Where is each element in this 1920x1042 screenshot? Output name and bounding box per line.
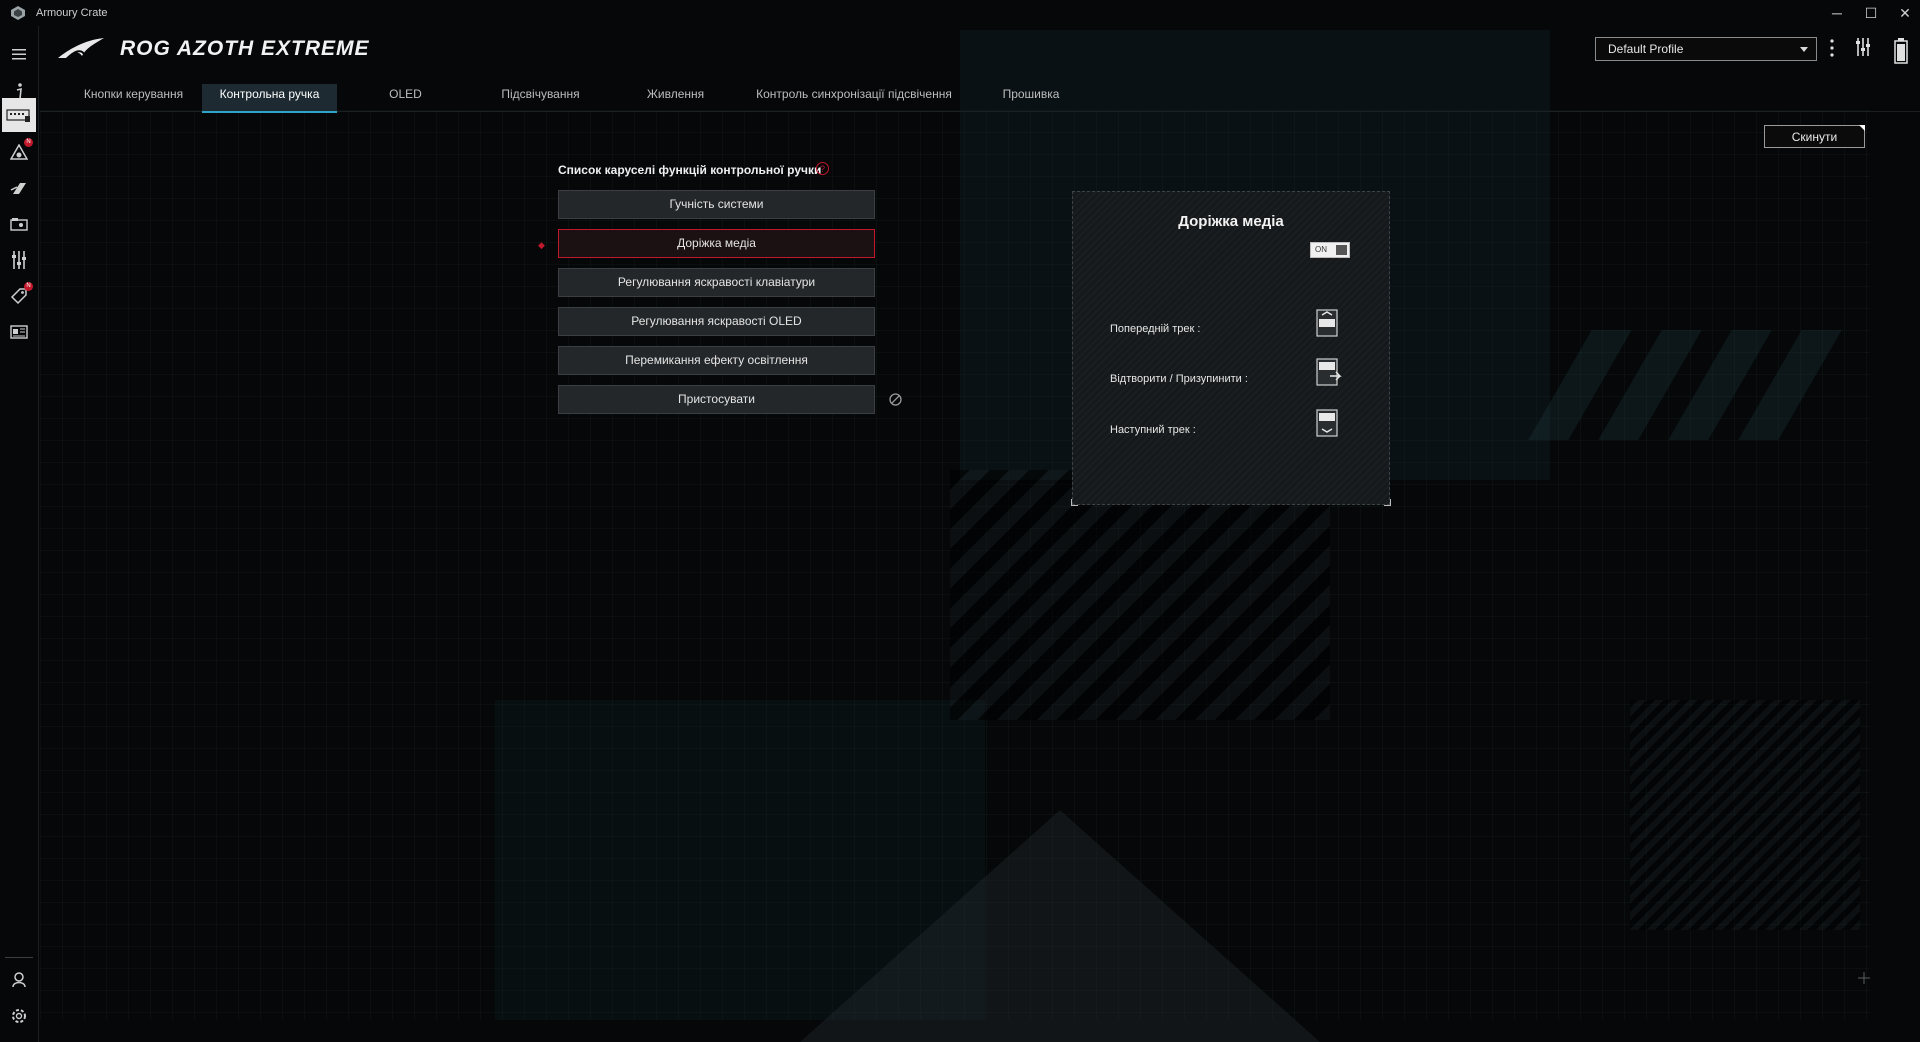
deals-badge: N (24, 282, 33, 291)
knob-press-icon[interactable] (1316, 358, 1342, 386)
disable-icon[interactable] (889, 393, 902, 406)
resize-grip-icon (1858, 972, 1870, 984)
previous-track-label: Попередній трек : (1110, 323, 1201, 335)
carousel-item-media-track[interactable]: Доріжка медіа (558, 229, 875, 258)
tab-lighting-sync[interactable]: Контроль синхронізації підсвічення (749, 84, 959, 111)
tab-power[interactable]: Живлення (608, 84, 743, 111)
aura-sync-icon[interactable]: N (5, 138, 33, 166)
sliders-icon[interactable] (5, 246, 33, 274)
gear-icon[interactable] (5, 1002, 33, 1030)
device-settings-sliders-icon[interactable] (1854, 36, 1872, 58)
tab-oled[interactable]: OLED (338, 84, 473, 111)
play-pause-label: Відтворити / Призупинити : (1110, 373, 1248, 385)
knob-rotate-up-icon[interactable] (1316, 309, 1338, 337)
function-detail-panel: Доріжка медіа ON Попередній трек : Відтв… (1071, 191, 1391, 506)
aura-sync-badge: N (24, 138, 33, 147)
reset-button-label: Скинути (1791, 130, 1838, 144)
tab-control-buttons[interactable]: Кнопки керування (66, 84, 201, 111)
keyboard-device-icon[interactable] (2, 98, 36, 132)
news-icon[interactable] (5, 318, 33, 346)
carousel-item-system-volume[interactable]: Гучність системи (558, 190, 875, 219)
tag-icon[interactable]: N (5, 282, 33, 310)
tab-firmware[interactable]: Прошивка (976, 84, 1086, 111)
more-options-icon[interactable] (1829, 38, 1835, 58)
battery-icon (1894, 38, 1908, 64)
armoury-crate-app-icon (11, 6, 25, 20)
help-icon[interactable]: ? (816, 162, 829, 175)
maximize-button[interactable]: ☐ (1856, 4, 1886, 22)
product-name: ROG AZOTH EXTREME (120, 37, 370, 60)
left-sidebar: N N (0, 26, 39, 1042)
rog-logo-icon (58, 38, 104, 58)
user-center-icon[interactable] (5, 966, 33, 994)
title-bar: Armoury Crate ─ ☐ ✕ (0, 0, 1920, 26)
media-track-toggle[interactable]: ON (1310, 242, 1350, 258)
carousel-item-oled-brightness[interactable]: Регулювання яскравості OLED (558, 307, 875, 336)
tab-lighting[interactable]: Підсвічування (473, 84, 608, 111)
reset-button[interactable]: Скинути (1764, 125, 1865, 148)
window-title: Armoury Crate (36, 7, 108, 19)
carousel-item-keyboard-brightness[interactable]: Регулювання яскравості клавіатури (558, 268, 875, 297)
background-decoration (0, 0, 1920, 1042)
minimize-button[interactable]: ─ (1822, 4, 1852, 22)
game-library-icon[interactable] (5, 210, 33, 238)
carousel-item-lighting-effect[interactable]: Перемикання ефекту освітлення (558, 346, 875, 375)
carousel-list-title: Список каруселі функцій контрольної ручк… (558, 163, 822, 177)
tab-control-knob[interactable]: Контрольна ручка (202, 84, 337, 113)
profile-dropdown[interactable]: Default Profile (1595, 37, 1817, 61)
selected-marker-icon: ◆ (538, 240, 545, 250)
carousel-item-customize[interactable]: Пристосувати (558, 385, 875, 414)
sidebar-divider (5, 957, 33, 958)
toggle-state-label: ON (1315, 245, 1327, 254)
gamevisual-icon[interactable] (5, 174, 33, 202)
close-button[interactable]: ✕ (1890, 4, 1920, 22)
chevron-down-icon (1800, 47, 1808, 52)
profile-selected-value: Default Profile (1608, 42, 1684, 56)
knob-rotate-down-icon[interactable] (1316, 409, 1338, 437)
hamburger-icon[interactable] (5, 40, 33, 68)
next-track-label: Наступний трек : (1110, 424, 1196, 436)
detail-title: Доріжка медіа (1178, 213, 1284, 230)
